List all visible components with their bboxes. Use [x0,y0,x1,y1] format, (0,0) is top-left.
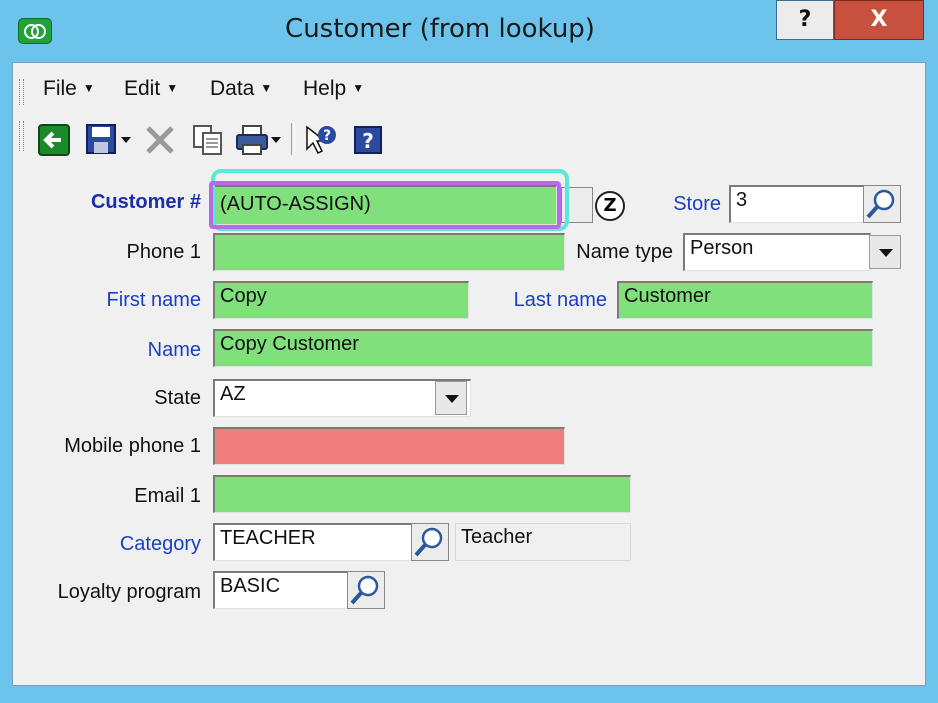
svg-text:?: ? [323,128,331,144]
toolbar-separator [291,123,295,155]
chevron-down-icon: ▼ [82,81,95,95]
name-type-label: Name type [576,241,673,263]
mobile-phone1-field[interactable] [213,427,565,465]
category-field[interactable]: TEACHER [213,523,413,561]
phone1-label: Phone 1 [126,241,201,263]
close-button[interactable]: X [834,0,924,40]
search-icon [414,527,443,557]
chevron-down-icon: ▼ [166,81,179,95]
customer-no-label: Customer # [90,191,201,213]
delete-icon[interactable] [143,123,177,157]
email1-field[interactable] [213,475,631,513]
store-field[interactable]: 3 [729,185,867,223]
last-name-label[interactable]: Last name [497,289,607,312]
state-select[interactable]: AZ [213,379,471,417]
toolbar: ? ? [13,115,925,161]
title-help-button[interactable]: ? [776,0,834,40]
toolbar-grip[interactable] [19,121,24,151]
context-help-icon[interactable]: ? [303,123,337,157]
search-icon [866,189,895,219]
menu-file-label: File [43,77,77,100]
state-dropdown-button[interactable] [435,381,467,415]
save-icon[interactable] [85,123,119,157]
menu-edit[interactable]: Edit ▼ [124,77,178,101]
name-type-select[interactable]: Person [683,233,871,271]
loyalty-program-field[interactable]: BASIC [213,571,349,609]
window-title: Customer (from lookup) [285,14,595,44]
menu-edit-label: Edit [124,77,161,100]
svg-text:?: ? [362,129,374,153]
copy-icon[interactable] [191,123,225,157]
last-name-field[interactable]: Customer [617,281,873,319]
save-dropdown-icon[interactable] [119,123,133,157]
selection-highlight [209,181,561,229]
menu-data-label: Data [210,77,255,100]
client-area: File ▼ Edit ▼ Data ▼ Help ▼ ? ? Customer… [12,62,926,686]
mobile-phone1-label: Mobile phone 1 [64,435,201,457]
category-description: Teacher [455,523,631,561]
menu-bar: File ▼ Edit ▼ Data ▼ Help ▼ [13,69,925,109]
store-lookup-button[interactable] [863,185,901,223]
chevron-down-icon: ▼ [352,81,365,95]
menu-help[interactable]: Help ▼ [303,77,364,101]
print-dropdown-icon[interactable] [269,123,283,157]
search-icon [350,575,379,605]
app-icon[interactable] [18,18,52,44]
title-bar[interactable]: Customer (from lookup) ? X [0,0,938,62]
help-icon[interactable]: ? [351,123,385,157]
print-icon[interactable] [235,123,269,157]
store-label[interactable]: Store [653,193,721,216]
first-name-field[interactable]: Copy [213,281,469,319]
email1-label: Email 1 [134,485,201,507]
menu-data[interactable]: Data ▼ [210,77,272,101]
phone1-field[interactable] [213,233,565,271]
name-label[interactable]: Name [73,339,201,362]
customer-window: Customer (from lookup) ? X File ▼ Edit ▼ D… [0,0,938,703]
name-type-dropdown-button[interactable] [869,235,901,269]
loyalty-program-label: Loyalty program [57,581,201,603]
menu-file[interactable]: File ▼ [43,77,95,101]
name-field[interactable]: Copy Customer [213,329,873,367]
menu-grip[interactable] [19,79,24,105]
loyalty-lookup-button[interactable] [347,571,385,609]
category-label[interactable]: Category [73,533,201,556]
state-label: State [154,387,201,409]
chevron-down-icon: ▼ [260,81,273,95]
exit-icon[interactable] [37,123,71,157]
z-button[interactable]: Z [595,191,625,221]
menu-help-label: Help [303,77,347,100]
category-lookup-button[interactable] [411,523,449,561]
first-name-label[interactable]: First name [73,289,201,312]
